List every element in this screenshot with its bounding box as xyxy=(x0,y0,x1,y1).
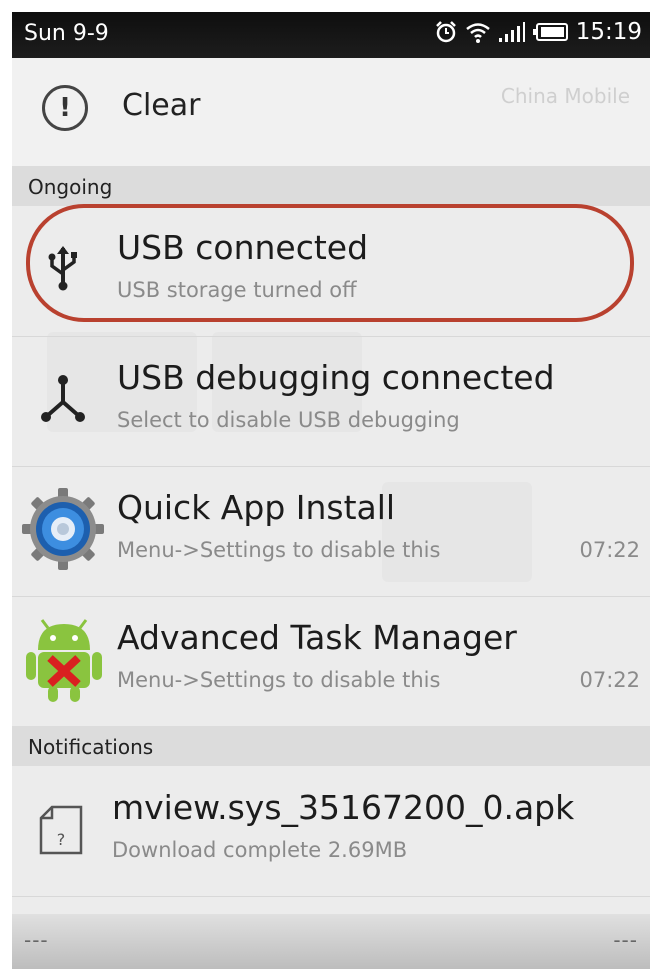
highlight-annotation xyxy=(26,204,634,322)
gear-icon xyxy=(22,488,104,570)
notification-usb-debugging[interactable]: USB debugging connected Select to disabl… xyxy=(12,336,650,467)
notification-title: Advanced Task Manager xyxy=(117,618,517,657)
notification-quick-app-install[interactable]: Quick App Install Menu->Settings to disa… xyxy=(12,466,650,597)
notification-advanced-task-manager[interactable]: Advanced Task Manager Menu->Settings to … xyxy=(12,596,650,727)
section-header-notifications: Notifications xyxy=(12,726,650,766)
status-time: 15:19 xyxy=(575,19,642,45)
status-date: Sun 9-9 xyxy=(24,21,109,46)
handle-dots-left: --- xyxy=(24,928,49,952)
notification-subtitle: Select to disable USB debugging xyxy=(117,408,460,432)
signal-icon xyxy=(498,22,525,42)
battery-icon xyxy=(532,23,568,41)
notification-time: 07:22 xyxy=(579,538,640,562)
android-icon xyxy=(26,619,102,702)
shade-drag-handle[interactable]: --- --- xyxy=(12,914,650,969)
status-bar: Sun 9-9 15:19 xyxy=(12,12,650,58)
handle-dots-right: --- xyxy=(613,928,638,952)
clear-button[interactable]: ! Clear China Mobile xyxy=(12,58,650,167)
wifi-icon xyxy=(465,23,490,43)
alarm-icon xyxy=(435,21,456,43)
notification-title: USB debugging connected xyxy=(117,358,555,397)
clear-label: Clear xyxy=(122,88,201,123)
notification-title: mview.sys_35167200_0.apk xyxy=(112,788,575,827)
notification-subtitle: Menu->Settings to disable this xyxy=(117,538,441,562)
notification-subtitle: Menu->Settings to disable this xyxy=(117,668,441,692)
carrier-name: China Mobile xyxy=(500,84,630,108)
notification-subtitle: Download complete 2.69MB xyxy=(112,838,408,862)
file-icon: ? xyxy=(39,805,83,855)
svg-text:?: ? xyxy=(57,830,66,849)
status-icons: 15:19 xyxy=(434,19,642,45)
notification-time: 07:22 xyxy=(579,668,640,692)
exclamation-icon: ! xyxy=(42,85,88,131)
section-header-ongoing: Ongoing xyxy=(12,166,650,206)
notification-title: Quick App Install xyxy=(117,488,396,527)
notification-download[interactable]: ? mview.sys_35167200_0.apk Download comp… xyxy=(12,766,650,897)
usb-debug-icon xyxy=(41,375,85,422)
notification-shade: Sun 9-9 15:19 ! Clear China Mobile Ongoi… xyxy=(12,12,650,969)
